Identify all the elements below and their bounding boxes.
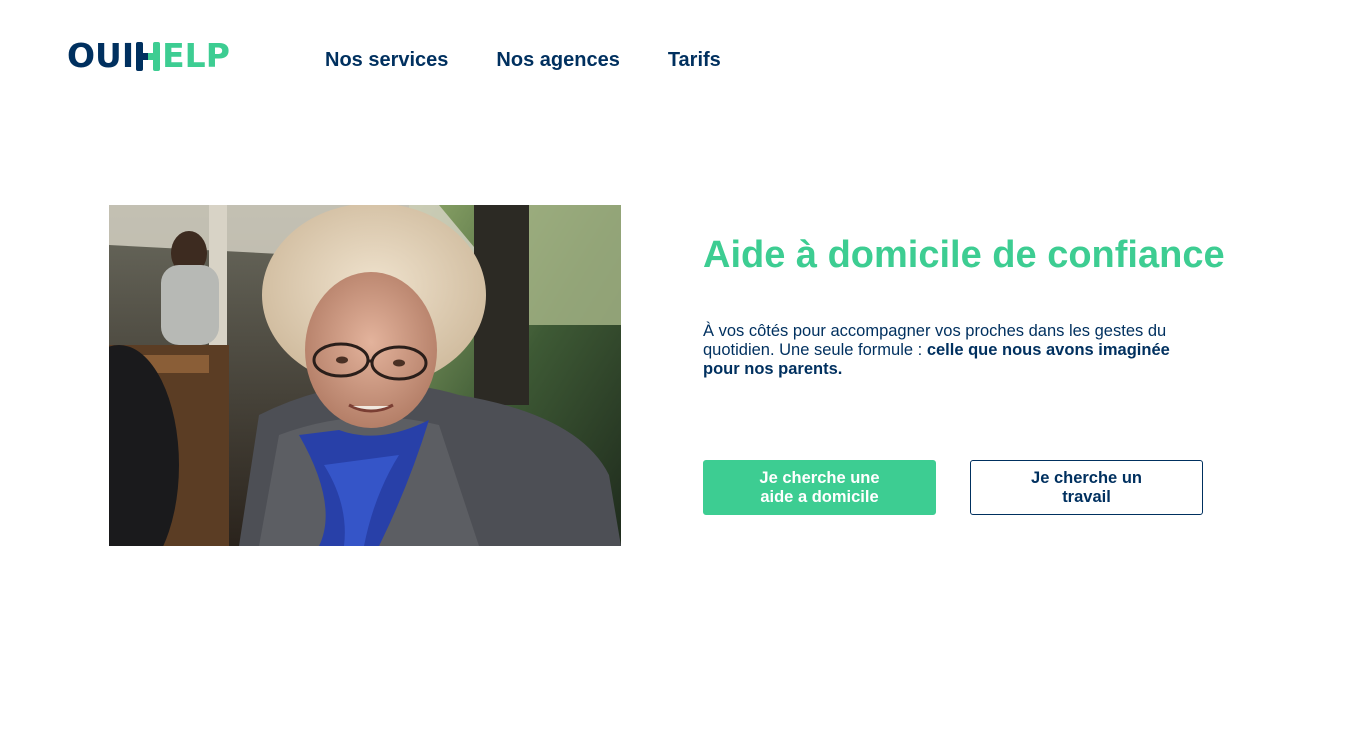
nav-link-services[interactable]: Nos services [325, 46, 448, 74]
main-nav: Nos services Nos agences Tarifs [325, 46, 769, 74]
find-job-button[interactable]: Je cherche un travail [970, 460, 1203, 515]
hero-photo-elderly-woman [109, 205, 621, 546]
hero-title: Aide à domicile de confiance [703, 234, 1225, 276]
site-header: OUI ELP Nos services Nos agences Tarifs [0, 0, 1366, 120]
ouihelp-logo[interactable]: OUI ELP [67, 36, 230, 75]
logo-text-oui: OUI [67, 36, 135, 75]
logo-text-help: ELP [162, 36, 230, 75]
hero-description: À vos côtés pour accompagner vos proches… [703, 322, 1203, 379]
logo-h-mark-icon [135, 41, 161, 71]
nav-link-agencies[interactable]: Nos agences [496, 46, 619, 74]
nav-link-pricing[interactable]: Tarifs [668, 46, 721, 74]
find-home-help-button[interactable]: Je cherche une aide a domicile [703, 460, 936, 515]
